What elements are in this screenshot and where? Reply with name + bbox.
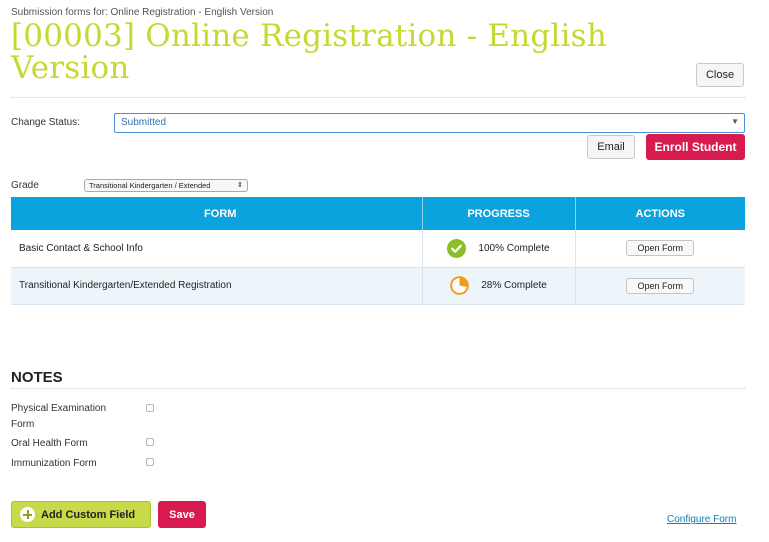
open-form-button[interactable]: Open Form: [626, 240, 695, 257]
header-divider: [11, 97, 745, 98]
open-form-button[interactable]: Open Form: [626, 277, 695, 294]
status-select-value: Submitted: [121, 117, 167, 128]
check-circle-icon: [447, 238, 467, 258]
notes-divider: [11, 388, 745, 389]
note-label-physical-exam: Physical Examination Form: [11, 403, 107, 430]
table-row: Transitional Kindergarten/Extended Regis…: [11, 267, 745, 305]
column-header-actions: ACTIONS: [575, 197, 745, 230]
forms-table: FORM PROGRESS ACTIONS Basic Contact & Sc…: [11, 197, 745, 305]
form-subtitle: Submission forms for: Online Registratio…: [11, 7, 274, 18]
updown-arrows-icon: ⇕: [237, 182, 243, 189]
page-title: [00003] Online Registration - English Ve…: [11, 18, 607, 86]
progress-text: 28% Complete: [481, 280, 547, 291]
column-header-form: FORM: [11, 197, 423, 230]
form-name-cell: Basic Contact & School Info: [11, 230, 423, 268]
pie-progress-icon: [450, 276, 470, 295]
column-header-progress: PROGRESS: [422, 197, 576, 230]
note-checkbox-oral-health[interactable]: [146, 438, 154, 446]
grade-select[interactable]: Transitional Kindergarten / Extended ⇕: [84, 179, 248, 192]
add-custom-field-button[interactable]: Add Custom Field: [11, 501, 151, 528]
enroll-student-button[interactable]: Enroll Student: [646, 134, 745, 160]
note-label-immunization: Immunization Form: [11, 458, 97, 469]
save-button[interactable]: Save: [158, 501, 206, 528]
change-status-label: Change Status:: [11, 117, 80, 128]
actions-cell: Open Form: [575, 267, 745, 305]
configure-form-link[interactable]: Configure Form: [667, 514, 736, 525]
progress-text: 100% Complete: [478, 242, 550, 254]
progress-cell: 100% Complete: [422, 230, 576, 268]
add-custom-field-label: Add Custom Field: [41, 508, 136, 521]
status-select[interactable]: Submitted ▼: [114, 113, 745, 133]
grade-label: Grade: [11, 180, 39, 191]
progress-cell: 28% Complete: [422, 267, 576, 305]
close-button[interactable]: Close: [696, 63, 744, 87]
table-header-row: FORM PROGRESS ACTIONS: [11, 197, 745, 230]
chevron-down-icon: ▼: [731, 117, 739, 126]
table-row: Basic Contact & School Info 100% Complet…: [11, 230, 745, 268]
form-name-cell: Transitional Kindergarten/Extended Regis…: [11, 267, 423, 305]
notes-heading: NOTES: [11, 369, 63, 386]
note-checkbox-physical-exam[interactable]: [146, 404, 154, 412]
plus-circle-icon: [20, 507, 35, 522]
actions-cell: Open Form: [575, 230, 745, 268]
grade-select-value: Transitional Kindergarten / Extended: [89, 181, 211, 190]
note-label-oral-health: Oral Health Form: [11, 438, 88, 449]
note-checkbox-immunization[interactable]: [146, 458, 154, 466]
email-button[interactable]: Email: [587, 135, 635, 159]
